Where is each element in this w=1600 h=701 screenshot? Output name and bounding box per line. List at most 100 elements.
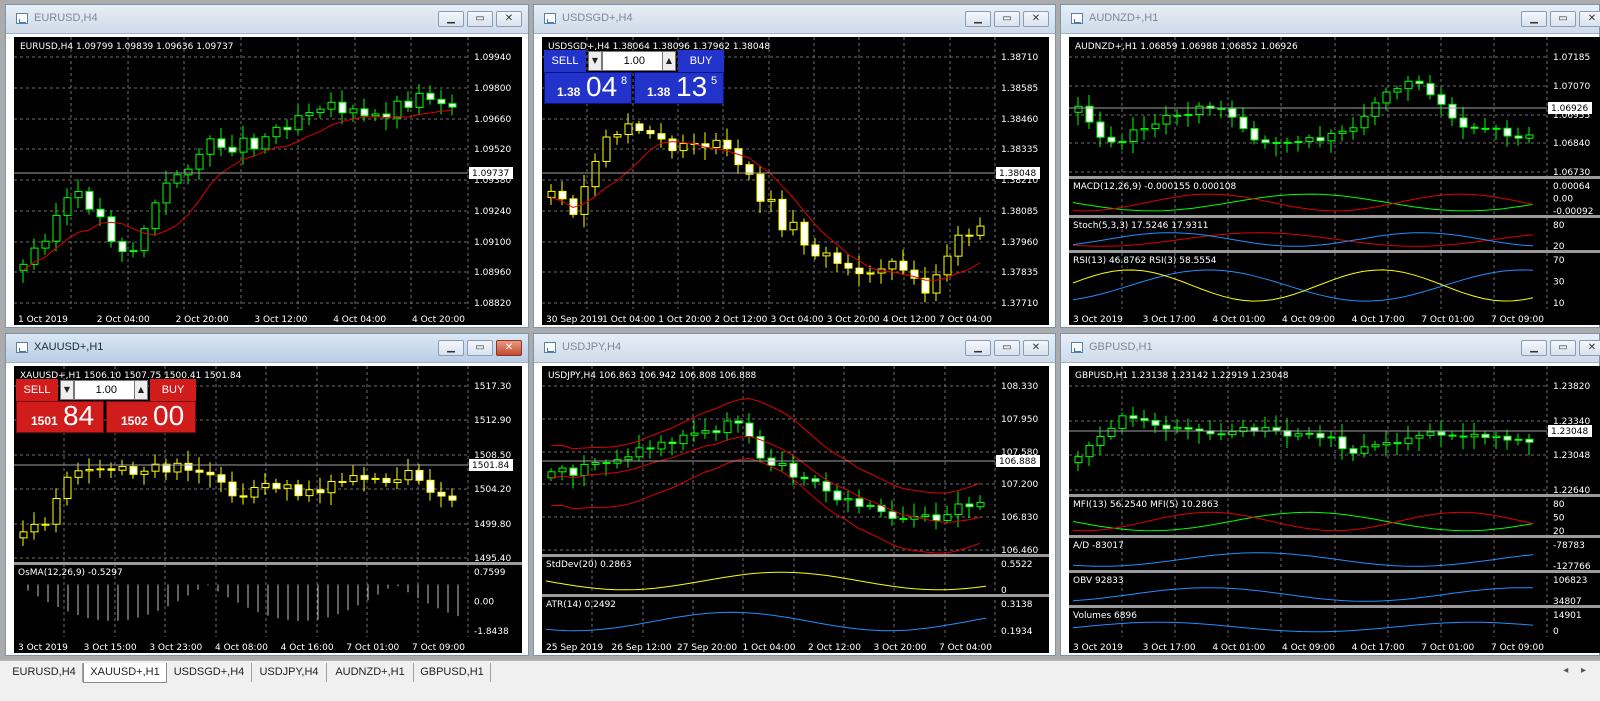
- candle-body: [1305, 432, 1314, 435]
- lot-increase-button[interactable]: ▲: [662, 51, 676, 71]
- time-axis-tick: 3 Oct 2019: [18, 643, 68, 653]
- scroll-left-icon[interactable]: ◂: [1563, 665, 1568, 676]
- chart-canvas: 1.071851.070701.069551.068401.067301.069…: [1069, 37, 1600, 325]
- pane-separator: [1069, 535, 1600, 538]
- tab-gbpusd[interactable]: GBPUSD,H1: [414, 663, 491, 682]
- window-titlebar[interactable]: USDSGD+,H4 ▁ ▭ ✕: [534, 5, 1055, 34]
- maximize-button[interactable]: ▭: [467, 340, 493, 356]
- maximize-button[interactable]: ▭: [994, 11, 1020, 27]
- lot-decrease-button[interactable]: ▼: [60, 380, 74, 400]
- candle-body: [833, 490, 842, 501]
- candle-body: [360, 475, 369, 480]
- price-axis-tick: 1.37835: [1001, 268, 1038, 278]
- time-axis-tick: 3 Oct 20:00: [874, 643, 927, 653]
- maximize-button[interactable]: ▭: [1550, 340, 1576, 356]
- minimize-button[interactable]: ▁: [1521, 11, 1547, 27]
- indicator-axis-tick: 10: [1553, 299, 1565, 309]
- window-titlebar[interactable]: EURUSD,H4 ▁ ▭ ✕: [6, 5, 528, 34]
- chart-tab-bar: EURUSD,H4 XAUUSD+,H1 USDSGD+,H4 USDJPY,H…: [0, 660, 1600, 701]
- candle-body: [140, 470, 149, 475]
- lot-size-input[interactable]: 1.00: [74, 380, 138, 400]
- maximize-button[interactable]: ▭: [994, 340, 1020, 356]
- candle-body: [1118, 140, 1127, 143]
- minimize-button[interactable]: ▁: [965, 11, 991, 27]
- close-button[interactable]: ✕: [1023, 340, 1049, 356]
- close-button[interactable]: ✕: [496, 340, 522, 356]
- indicator-axis-tick: 20: [1553, 242, 1565, 252]
- chart-window-usdsgd[interactable]: USDSGD+,H4 ▁ ▭ ✕ 1.38710 1.38585 1.38460 1.38…: [533, 4, 1056, 328]
- candle-body: [701, 430, 710, 434]
- sell-price-button[interactable]: 1.38 04 8: [544, 72, 632, 104]
- window-titlebar[interactable]: AUDNZD+,H1 ▁ ▭ ✕: [1061, 5, 1600, 34]
- tab-usdsgd[interactable]: USDSGD+,H4: [167, 663, 252, 682]
- price-chart[interactable]: 108.330 107.950 107.580 107.200 106.830 106.4…: [542, 366, 1049, 653]
- candle-body: [1239, 116, 1248, 130]
- candle-body: [41, 523, 50, 526]
- candle-body: [822, 252, 831, 257]
- tab-xauusd[interactable]: XAUUSD+,H1: [83, 663, 167, 683]
- candle-body: [1162, 424, 1171, 430]
- candle-body: [327, 480, 336, 494]
- window-titlebar[interactable]: USDJPY,H4 ▁ ▭ ✕: [534, 334, 1055, 363]
- buy-price-prefix: 1.38: [647, 85, 671, 99]
- lot-decrease-button[interactable]: ▼: [588, 51, 602, 71]
- tab-usdjpy[interactable]: USDJPY,H4: [252, 663, 327, 682]
- chart-window-xauusd[interactable]: XAUUSD+,H1 ▁ ▭ ✕ 1517.30 1512.90 1508.50 1504…: [5, 333, 529, 656]
- close-button[interactable]: ✕: [1579, 340, 1600, 356]
- minimize-button[interactable]: ▁: [965, 340, 991, 356]
- close-button[interactable]: ✕: [1023, 11, 1049, 27]
- buy-button[interactable]: BUY: [150, 379, 196, 401]
- maximize-button[interactable]: ▭: [1550, 11, 1576, 27]
- indicator-axis-tick: 34807: [1553, 597, 1582, 607]
- price-chart[interactable]: 1.23820 1.23340 1.23048 1.22640 1.23048 GBPUS…: [1069, 366, 1600, 653]
- buy-price-button[interactable]: 1.38 13 5: [634, 72, 724, 104]
- candle-body: [734, 148, 743, 166]
- candle-body: [1525, 438, 1534, 443]
- chart-window-gbpusd[interactable]: GBPUSD,H1 ▁ ▭ ✕ 1.23820 1.23340 1.23048 1.226…: [1060, 333, 1600, 656]
- maximize-button[interactable]: ▭: [467, 11, 493, 27]
- lot-size-input[interactable]: 1.00: [602, 51, 666, 71]
- chart-window-audnzd[interactable]: AUDNZD+,H1 ▁ ▭ ✕ 1.07185 1.07070 1.06955 1.06…: [1060, 4, 1600, 328]
- tab-eurusd[interactable]: EURUSD,H4: [6, 663, 83, 682]
- buy-button[interactable]: BUY: [678, 50, 724, 72]
- tab-audnzd[interactable]: AUDNZD+,H1: [327, 663, 414, 682]
- candle-body: [1272, 427, 1281, 432]
- pane-separator: [1069, 176, 1600, 179]
- candle-body: [1382, 91, 1391, 104]
- indicator-axis-tick: -1.8438: [474, 627, 509, 637]
- candle-body: [1195, 105, 1204, 115]
- minimize-button[interactable]: ▁: [438, 340, 464, 356]
- time-axis-tick: 7 Oct 09:00: [1491, 315, 1544, 325]
- indicator-label: MFI(13) 56.2540 MFI(5) 10.2863: [1073, 500, 1218, 510]
- candle-body: [1096, 435, 1105, 446]
- indicator-axis-tick: 80: [1553, 221, 1565, 231]
- sell-price-button[interactable]: 1501 84: [16, 401, 104, 433]
- candle-body: [558, 467, 567, 473]
- window-titlebar[interactable]: XAUUSD+,H1 ▁ ▭ ✕: [6, 334, 528, 363]
- time-axis-tick: 26 Sep 12:00: [612, 643, 672, 653]
- time-axis-tick: 4 Oct 16:00: [281, 643, 334, 653]
- window-title: EURUSD,H4: [34, 12, 98, 24]
- chart-window-usdjpy[interactable]: USDJPY,H4 ▁ ▭ ✕ 108.330 107.950 107.580 107.2…: [533, 333, 1056, 656]
- candle-body: [1184, 427, 1193, 430]
- candle-body: [1481, 127, 1490, 130]
- close-button[interactable]: ✕: [1579, 11, 1600, 27]
- sell-button[interactable]: SELL: [544, 50, 586, 72]
- chart-window-eurusd[interactable]: EURUSD,H4 ▁ ▭ ✕ 1.09940 1.09800 1.09660 1.095…: [5, 4, 529, 328]
- lot-increase-button[interactable]: ▲: [134, 380, 148, 400]
- tab-scroll-arrows[interactable]: ◂ ▸: [1563, 665, 1586, 676]
- candle-body: [1349, 448, 1358, 454]
- indicator-axis-tick: 0.1934: [1001, 627, 1033, 637]
- indicator-label: ATR(14) 0.2492: [546, 600, 616, 610]
- minimize-button[interactable]: ▁: [1521, 340, 1547, 356]
- scroll-right-icon[interactable]: ▸: [1581, 665, 1586, 676]
- minimize-button[interactable]: ▁: [438, 11, 464, 27]
- sell-button[interactable]: SELL: [16, 379, 58, 401]
- close-button[interactable]: ✕: [496, 11, 522, 27]
- price-chart[interactable]: 1.09940 1.09800 1.09660 1.09520 1.09380 1.092…: [14, 37, 522, 325]
- price-axis-tick: 1.09240: [474, 207, 511, 217]
- candle-body: [217, 138, 226, 148]
- buy-price-button[interactable]: 1502 00: [106, 401, 196, 433]
- window-titlebar[interactable]: GBPUSD,H1 ▁ ▭ ✕: [1061, 334, 1600, 363]
- price-chart[interactable]: 1.07185 1.07070 1.06955 1.06840 1.06730 1.069…: [1069, 37, 1600, 325]
